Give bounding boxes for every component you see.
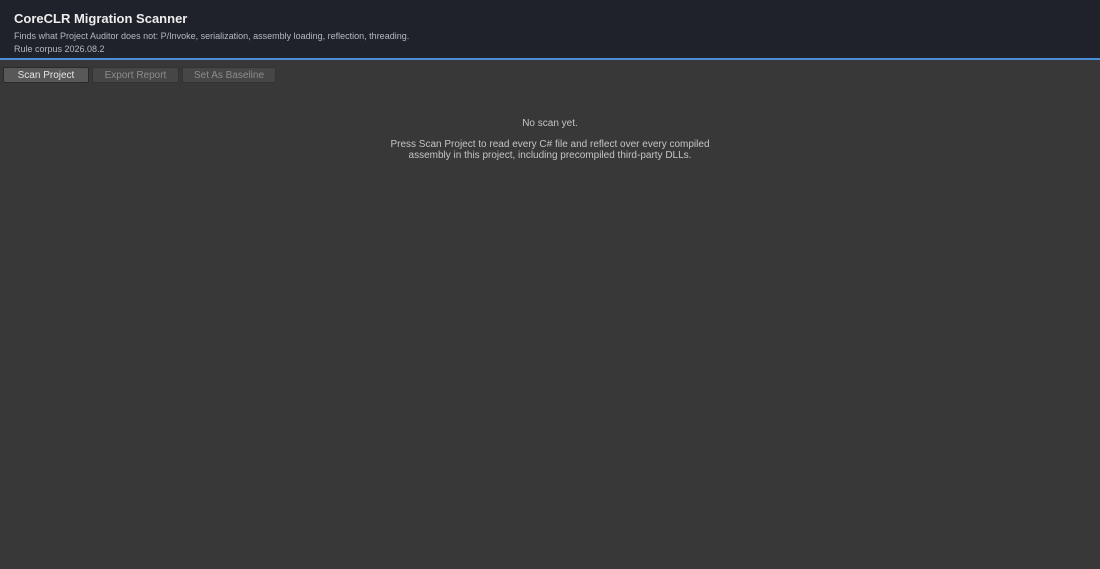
export-report-button[interactable]: Export Report xyxy=(92,67,179,83)
set-as-baseline-button[interactable]: Set As Baseline xyxy=(182,67,276,83)
header-bar: CoreCLR Migration Scanner Finds what Pro… xyxy=(0,0,1100,60)
app-title: CoreCLR Migration Scanner xyxy=(14,11,188,26)
empty-state-line-2: assembly in this project, including prec… xyxy=(408,150,692,161)
toolbar: Scan Project Export Report Set As Baseli… xyxy=(0,60,1100,88)
results-panel: No scan yet. Press Scan Project to read … xyxy=(0,88,1100,569)
empty-state-line-1: Press Scan Project to read every C# file… xyxy=(390,139,710,150)
scan-project-button[interactable]: Scan Project xyxy=(3,67,89,83)
app-subtitle: Finds what Project Auditor does not: P/I… xyxy=(14,31,410,41)
scanner-window: CoreCLR Migration Scanner Finds what Pro… xyxy=(0,0,1100,569)
empty-state-message: Press Scan Project to read every C# file… xyxy=(300,139,800,161)
rule-corpus-version: Rule corpus 2026.08.2 xyxy=(14,44,105,54)
empty-state-title: No scan yet. xyxy=(522,118,578,129)
